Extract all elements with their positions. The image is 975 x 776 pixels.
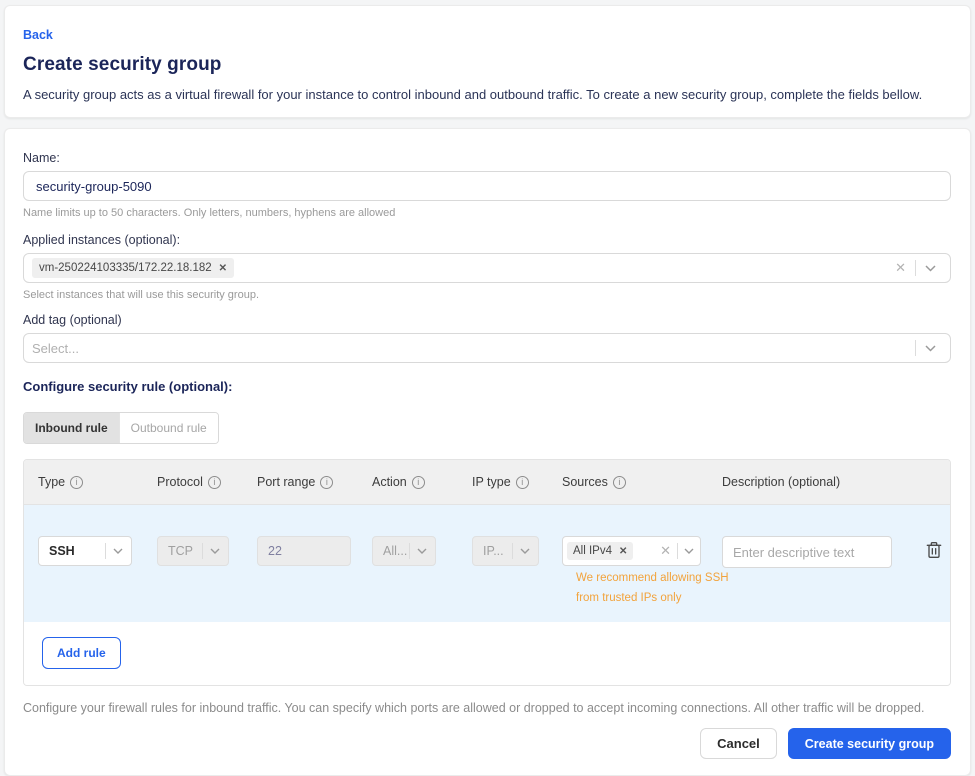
name-input[interactable] bbox=[23, 171, 951, 201]
rule-table-footer: Add rule bbox=[24, 622, 950, 685]
header-port-range: Port range bbox=[257, 475, 372, 489]
add-rule-button[interactable]: Add rule bbox=[42, 637, 121, 669]
header-description: Description (optional) bbox=[722, 475, 950, 489]
page-header-card: Back Create security group A security gr… bbox=[4, 5, 971, 118]
instance-chip: vm-250224103335/172.22.18.182 ✕ bbox=[32, 258, 234, 278]
page-title: Create security group bbox=[23, 54, 952, 76]
info-icon[interactable] bbox=[70, 476, 83, 489]
trash-icon bbox=[926, 541, 942, 559]
delete-rule-button[interactable] bbox=[926, 541, 942, 562]
firewall-note-text: Configure your firewall rules for inboun… bbox=[23, 701, 952, 715]
create-security-group-button[interactable]: Create security group bbox=[788, 728, 951, 759]
info-icon[interactable] bbox=[613, 476, 626, 489]
header-ip-type: IP type bbox=[472, 475, 562, 489]
rule-direction-tabs: Inbound rule Outbound rule bbox=[23, 412, 219, 444]
add-tag-label: Add tag (optional) bbox=[23, 313, 952, 327]
header-sources: Sources bbox=[562, 475, 722, 489]
chevron-down-icon[interactable] bbox=[678, 548, 696, 554]
name-label: Name: bbox=[23, 151, 952, 165]
chevron-down-icon[interactable] bbox=[916, 345, 940, 352]
create-security-group-form-card: Name: Name limits up to 50 characters. O… bbox=[4, 128, 971, 776]
sources-chip: All IPv4 ✕ bbox=[567, 542, 633, 560]
back-link[interactable]: Back bbox=[23, 28, 53, 42]
sources-chip-remove-icon[interactable]: ✕ bbox=[619, 546, 627, 557]
ip-type-select: IP... bbox=[472, 536, 539, 566]
applied-instances-label: Applied instances (optional): bbox=[23, 233, 952, 247]
info-icon[interactable] bbox=[412, 476, 425, 489]
sources-chip-label: All IPv4 bbox=[573, 545, 612, 557]
add-tag-placeholder: Select... bbox=[32, 341, 79, 356]
ssh-warning-text: We recommend allowing SSH from trusted I… bbox=[576, 568, 729, 608]
applied-instances-select[interactable]: vm-250224103335/172.22.18.182 ✕ ✕ bbox=[23, 253, 951, 283]
header-action: Action bbox=[372, 475, 472, 489]
action-select: All... bbox=[372, 536, 436, 566]
info-icon[interactable] bbox=[320, 476, 333, 489]
rule-row: SSH TCP bbox=[24, 505, 950, 622]
protocol-select: TCP bbox=[157, 536, 229, 566]
clear-sources-icon[interactable]: ✕ bbox=[654, 543, 677, 559]
tab-outbound-rule[interactable]: Outbound rule bbox=[119, 413, 218, 443]
chevron-down-icon bbox=[106, 548, 125, 554]
applied-instances-helper-text: Select instances that will use this secu… bbox=[23, 289, 952, 301]
instance-chip-remove-icon[interactable]: ✕ bbox=[219, 263, 227, 274]
tab-inbound-rule[interactable]: Inbound rule bbox=[24, 413, 119, 443]
info-icon[interactable] bbox=[208, 476, 221, 489]
add-tag-select[interactable]: Select... bbox=[23, 333, 951, 363]
rule-table-header: Type Protocol Port range Action IP type … bbox=[24, 460, 950, 505]
chevron-down-icon bbox=[410, 548, 429, 554]
port-range-input bbox=[257, 536, 351, 566]
chevron-down-icon bbox=[513, 548, 532, 554]
chevron-down-icon bbox=[203, 548, 222, 554]
configure-security-rule-label: Configure security rule (optional): bbox=[23, 379, 952, 394]
clear-selection-icon[interactable]: ✕ bbox=[886, 260, 915, 276]
security-rule-table: Type Protocol Port range Action IP type … bbox=[23, 459, 951, 686]
form-actions: Cancel Create security group bbox=[23, 728, 952, 759]
info-icon[interactable] bbox=[516, 476, 529, 489]
description-input[interactable] bbox=[722, 536, 892, 568]
type-select[interactable]: SSH bbox=[38, 536, 132, 566]
page-subtitle: A security group acts as a virtual firew… bbox=[23, 87, 952, 102]
header-protocol: Protocol bbox=[157, 475, 257, 489]
instance-chip-label: vm-250224103335/172.22.18.182 bbox=[39, 262, 212, 274]
header-type: Type bbox=[38, 475, 157, 489]
sources-select[interactable]: All IPv4 ✕ ✕ bbox=[562, 536, 701, 566]
name-helper-text: Name limits up to 50 characters. Only le… bbox=[23, 207, 952, 219]
chevron-down-icon[interactable] bbox=[916, 265, 940, 272]
cancel-button[interactable]: Cancel bbox=[700, 728, 777, 759]
